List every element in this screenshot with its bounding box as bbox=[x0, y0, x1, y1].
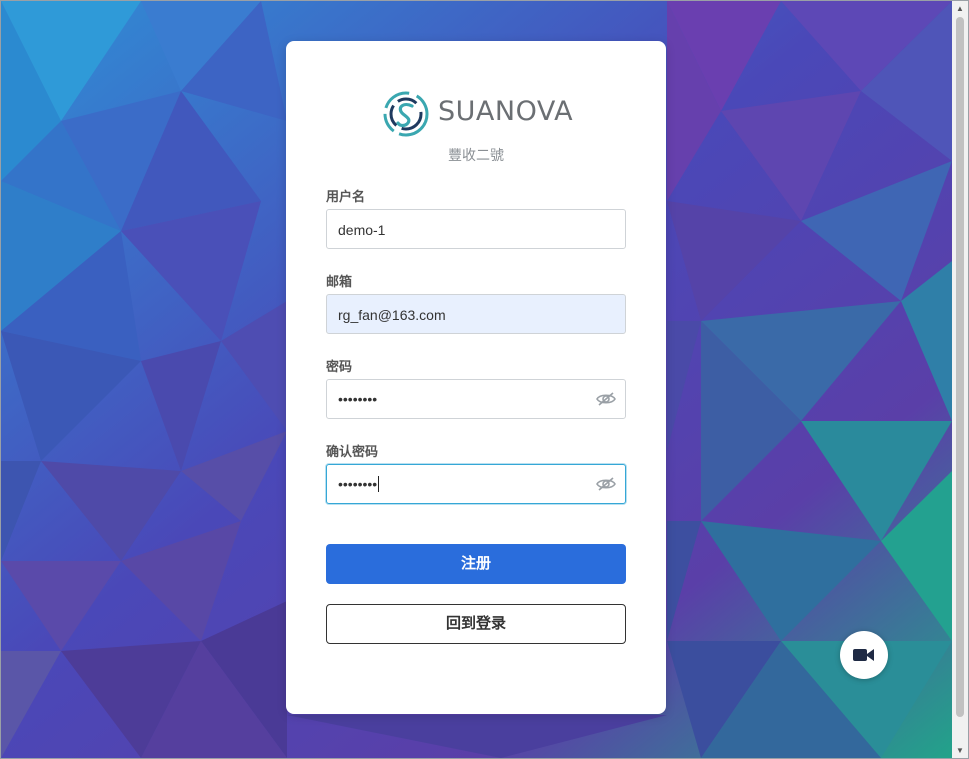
text-caret bbox=[378, 476, 380, 492]
video-record-button[interactable] bbox=[840, 631, 888, 679]
confirm-password-label: 确认密码 bbox=[326, 444, 379, 459]
video-camera-icon bbox=[853, 649, 874, 661]
brand-logo: SUANOVA bbox=[382, 90, 574, 138]
password-value: •••••••• bbox=[338, 391, 378, 407]
username-label: 用户名 bbox=[326, 189, 366, 204]
email-label: 邮箱 bbox=[326, 274, 353, 289]
password-label: 密码 bbox=[326, 359, 353, 374]
confirm-password-field[interactable]: •••••••• bbox=[326, 464, 626, 504]
scroll-up-arrow-icon[interactable]: ▲ bbox=[952, 1, 968, 16]
back-to-login-button[interactable]: 回到登录 bbox=[326, 604, 626, 644]
email-value: rg_fan@163.com bbox=[338, 307, 446, 323]
subtitle: 豐收二號 bbox=[448, 147, 504, 163]
register-button[interactable]: 注册 bbox=[326, 544, 626, 584]
username-field[interactable]: demo-1 bbox=[326, 209, 626, 249]
register-card: SUANOVA 豐收二號 用户名 demo-1 邮箱 rg_fan@163.co… bbox=[286, 41, 666, 714]
vertical-scrollbar[interactable]: ▲ ▼ bbox=[952, 1, 968, 758]
password-field[interactable]: •••••••• bbox=[326, 379, 626, 419]
suanova-logo-icon bbox=[383, 91, 429, 137]
eye-slash-icon[interactable] bbox=[596, 476, 616, 492]
confirm-password-value: •••••••• bbox=[338, 476, 378, 492]
eye-slash-icon[interactable] bbox=[596, 391, 616, 407]
scroll-thumb[interactable] bbox=[956, 17, 964, 717]
logo-wordmark: SUANOVA bbox=[438, 96, 574, 127]
email-field[interactable]: rg_fan@163.com bbox=[326, 294, 626, 334]
scroll-down-arrow-icon[interactable]: ▼ bbox=[952, 743, 968, 758]
username-value: demo-1 bbox=[338, 222, 386, 238]
confirm-password-value-wrap: •••••••• bbox=[338, 476, 380, 492]
